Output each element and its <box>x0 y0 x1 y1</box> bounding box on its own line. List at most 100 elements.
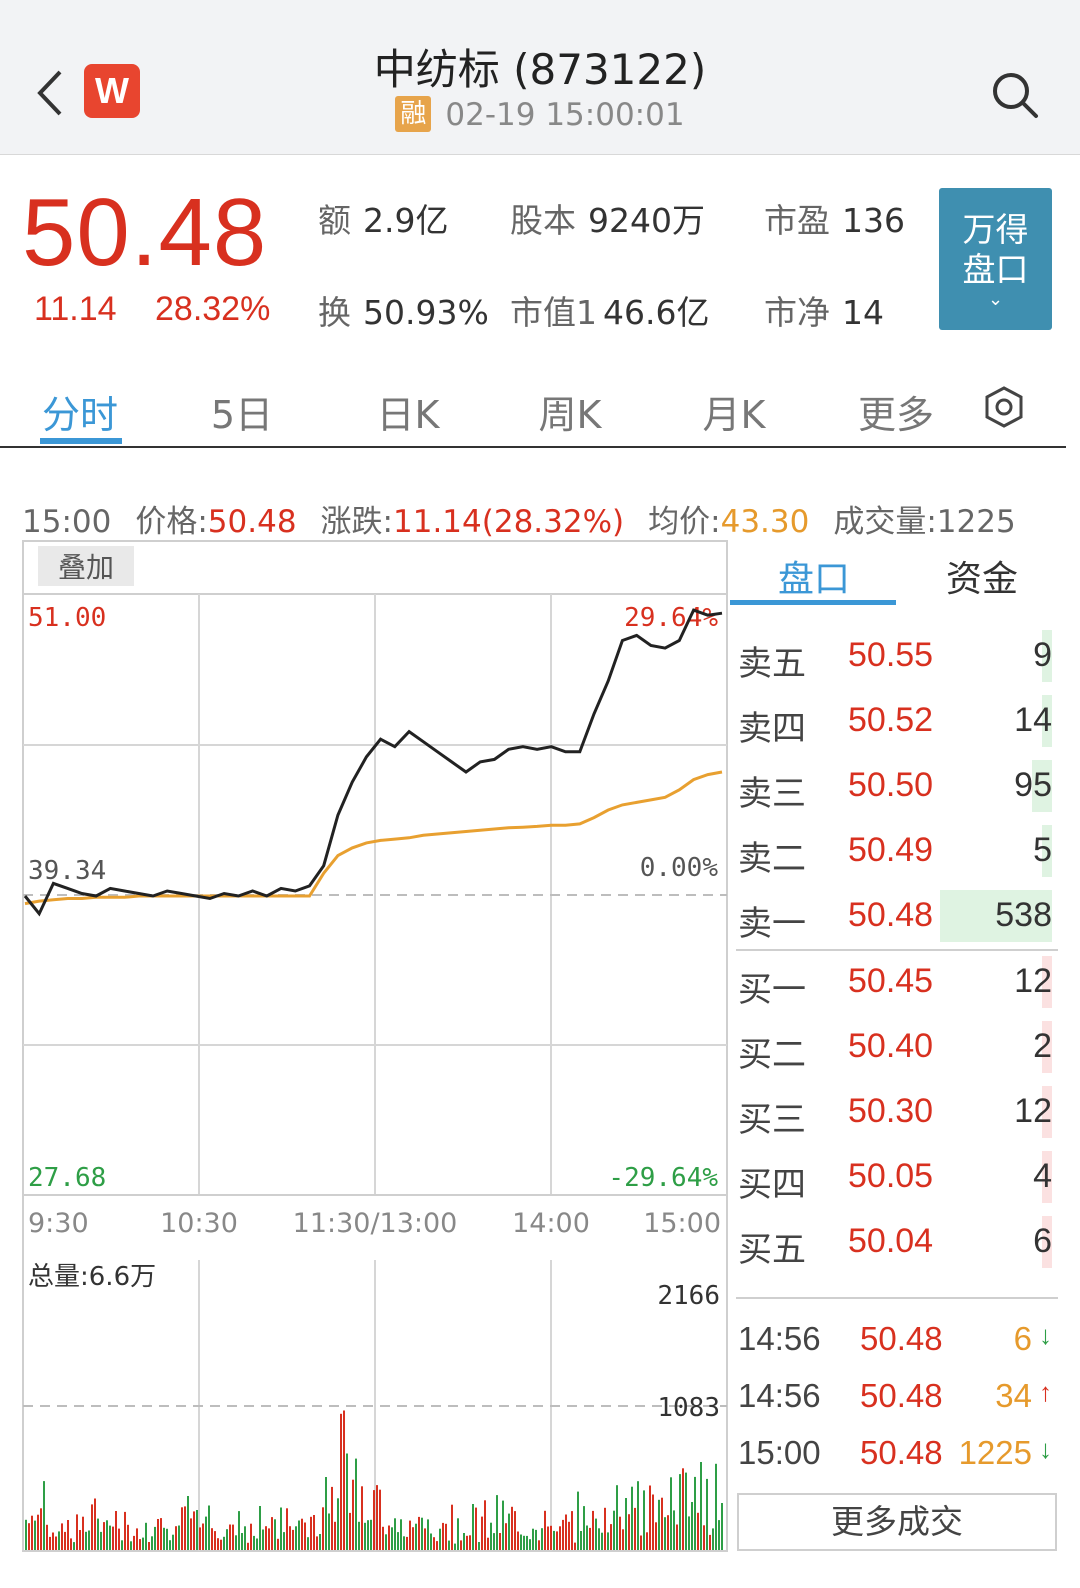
ask-row[interactable]: 卖五 50.55 9 <box>738 630 1056 692</box>
volume-bar <box>484 1500 486 1550</box>
volume-bar <box>595 1518 597 1550</box>
tab-more[interactable]: 更多 <box>836 384 956 439</box>
bid-quantity: 12 <box>1014 1092 1052 1130</box>
volume-bar <box>625 1498 627 1550</box>
tab-capital-flow[interactable]: 资金 <box>898 550 1066 602</box>
bid-row[interactable]: 买五 50.04 6 <box>738 1216 1056 1278</box>
top-bar: W 中纺标 (873122) 融 02-19 15:00:01 <box>0 0 1080 155</box>
volume-bar <box>529 1539 531 1550</box>
volume-bar <box>409 1520 411 1550</box>
tab-5day[interactable]: 5日 <box>182 384 302 439</box>
volume-bar <box>658 1499 660 1550</box>
volume-bar <box>664 1517 666 1550</box>
pct-label-high: 29.64% <box>624 603 718 633</box>
volume-bar <box>481 1516 483 1550</box>
volume-bar <box>622 1529 624 1550</box>
volume-bar <box>274 1519 276 1550</box>
volume-bar <box>325 1477 327 1550</box>
bid-row[interactable]: 买一 50.45 12 <box>738 956 1056 1018</box>
volume-bar <box>118 1528 120 1550</box>
stat-turnover-amount: 额 2.9亿 <box>318 201 449 240</box>
volume-bar <box>559 1526 561 1550</box>
ask-price: 50.52 <box>848 701 934 739</box>
volume-bar <box>544 1510 546 1550</box>
bid-level-label: 买五 <box>738 1230 806 1270</box>
time-label-0930: 9:30 <box>28 1208 89 1239</box>
bid-row[interactable]: 买三 50.30 12 <box>738 1086 1056 1148</box>
update-time-line: 融 02-19 15:00:01 <box>0 96 1080 133</box>
volume-bar <box>427 1519 429 1550</box>
volume-bar <box>445 1523 447 1550</box>
volume-bar <box>349 1512 351 1550</box>
volume-bar <box>433 1537 435 1550</box>
volume-bar <box>157 1519 159 1550</box>
volume-bar <box>217 1538 219 1550</box>
bid-price: 50.04 <box>848 1222 934 1260</box>
orderbook-tab-indicator <box>730 600 896 605</box>
trade-volume: 6 <box>1013 1320 1032 1357</box>
bid-row[interactable]: 买二 50.40 2 <box>738 1021 1056 1083</box>
volume-label-top: 2166 <box>657 1281 720 1311</box>
info-avg-price: 43.30 <box>720 504 810 540</box>
volume-bar <box>694 1476 696 1550</box>
tab-weekly-k[interactable]: 周K <box>510 384 630 439</box>
trade-time: 14:56 <box>738 1377 821 1414</box>
volume-bar <box>691 1502 693 1550</box>
bid-row[interactable]: 买四 50.05 4 <box>738 1151 1056 1213</box>
tab-orderbook[interactable]: 盘口 <box>730 550 898 602</box>
volume-bar <box>208 1505 210 1550</box>
volume-bar <box>91 1504 93 1550</box>
wind-orderbook-button[interactable]: 万得 盘口 ⌄ <box>939 188 1052 330</box>
tab-monthly-k[interactable]: 月K <box>674 384 794 439</box>
volume-bar <box>532 1528 534 1550</box>
volume-bar <box>580 1531 582 1550</box>
update-time: 02-19 15:00:01 <box>445 97 685 133</box>
volume-bar <box>553 1530 555 1550</box>
volume-bar <box>700 1462 702 1550</box>
trade-time: 14:56 <box>738 1320 821 1357</box>
volume-bar <box>511 1506 513 1550</box>
volume-bar <box>577 1491 579 1550</box>
volume-bar <box>373 1490 375 1550</box>
crosshair-info-line: 15:00 价格:50.48 涨跌:11.14(28.32%) 均价:43.30 成交量… <box>22 504 1016 540</box>
bid-level-label: 买二 <box>738 1035 806 1075</box>
volume-bar <box>130 1541 132 1550</box>
more-trades-button[interactable]: 更多成交 <box>737 1493 1057 1551</box>
price-change: 11.14 <box>34 290 117 328</box>
ask-row[interactable]: 卖三 50.50 95 <box>738 760 1056 822</box>
tab-daily-k[interactable]: 日K <box>348 384 468 439</box>
volume-bar <box>400 1519 402 1550</box>
volume-bar <box>535 1529 537 1550</box>
stock-title: 中纺标 (873122) <box>373 45 707 94</box>
intraday-chart[interactable]: 叠加 51.00 39.34 27.68 29.64% 0.00% -29.64… <box>0 538 730 1558</box>
volume-bar <box>184 1506 186 1550</box>
ask-level-label: 卖四 <box>738 709 806 749</box>
bid-price: 50.05 <box>848 1157 934 1195</box>
bid-quantity: 6 <box>1033 1222 1052 1260</box>
volume-bar <box>148 1542 150 1550</box>
volume-bar <box>100 1531 102 1550</box>
volume-bar <box>541 1528 543 1550</box>
ask-row[interactable]: 卖一 50.48 538 <box>738 890 1056 952</box>
volume-bar <box>379 1489 381 1550</box>
volume-bar <box>154 1526 156 1550</box>
volume-bar <box>601 1532 603 1550</box>
chevron-down-icon: ⌄ <box>987 289 1004 310</box>
tab-intraday[interactable]: 分时 <box>20 384 140 439</box>
ask-level-label: 卖三 <box>738 774 806 814</box>
ask-row[interactable]: 卖二 50.49 5 <box>738 825 1056 887</box>
volume-bar <box>562 1519 564 1550</box>
volume-bar <box>355 1458 357 1550</box>
stat-pb-ratio: 市净 14 <box>764 293 884 332</box>
volume-bar <box>193 1511 195 1550</box>
volume-bar <box>124 1511 126 1550</box>
ask-row[interactable]: 卖四 50.52 14 <box>738 695 1056 757</box>
volume-bar <box>109 1525 111 1550</box>
volume-bar <box>682 1468 684 1550</box>
search-icon[interactable] <box>990 70 1040 120</box>
volume-bar <box>223 1536 225 1550</box>
volume-bar <box>73 1542 75 1550</box>
volume-bar <box>106 1520 108 1550</box>
volume-bar <box>502 1500 504 1550</box>
settings-gear-icon[interactable] <box>983 386 1025 428</box>
